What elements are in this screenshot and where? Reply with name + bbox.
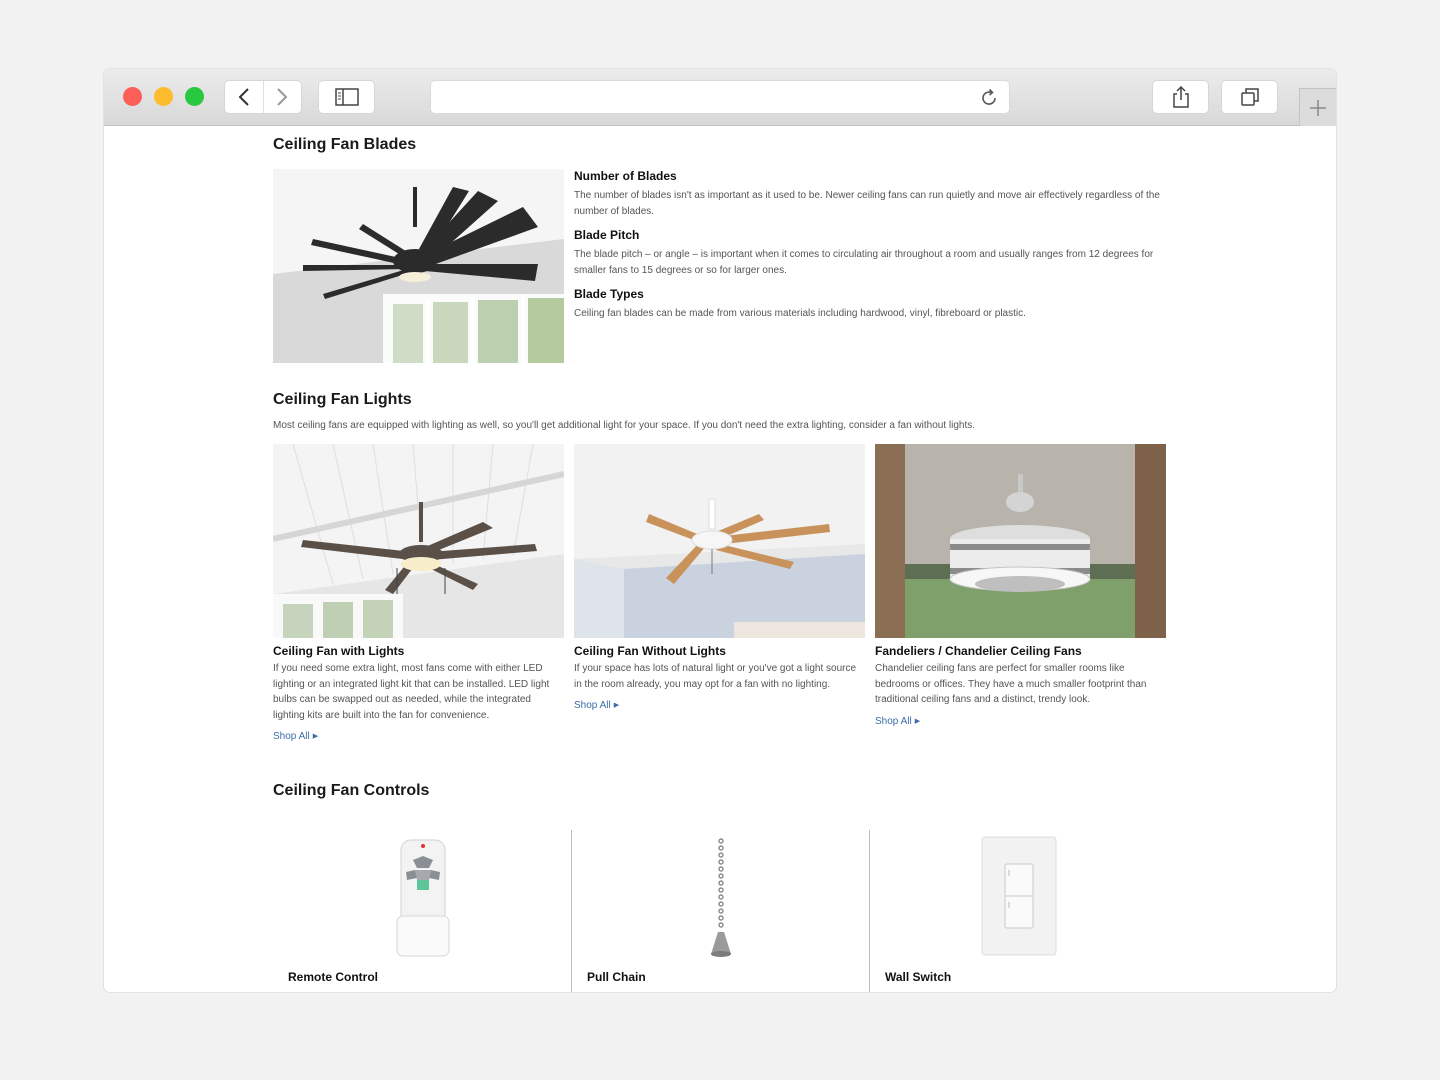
blade-types-text: Ceiling fan blades can be made from vari… [574,308,1026,319]
shop-link-label: Shop All [574,700,611,711]
blade-types-title: Blade Types [574,287,644,301]
blades-details: Number of Blades The number of blades is… [574,169,1174,331]
fan-without-lights-text: If your space has lots of natural light … [574,663,857,690]
reload-icon [982,88,996,105]
share-button[interactable] [1152,80,1209,114]
fan-with-lights-shop-link[interactable]: Shop All ▶ [273,731,318,742]
remote-control-image [393,836,453,966]
wall-switch-image [981,836,1057,961]
browser-toolbar [104,69,1336,126]
fan-with-lights-text: If you need some extra light, most fans … [273,663,550,721]
sidebar-toggle-button[interactable] [318,80,375,114]
controls-list: Remote Control Pull Chain Wall Switch [273,830,1167,992]
fan-without-lights-shop-link[interactable]: Shop All ▶ [574,700,619,711]
caret-right-icon: ▶ [914,717,921,725]
blades-image [273,169,564,363]
page-content: Ceiling Fan Blades Number of Blades The … [104,126,1336,992]
blade-types-block: Blade Types Ceiling fan blades can be ma… [574,287,1174,322]
blade-count-text: The number of blades isn't as important … [574,190,1160,217]
lights-cards: Ceiling Fan with Lights If you need some… [273,444,1167,744]
blade-count-title: Number of Blades [574,169,677,183]
control-remote[interactable]: Remote Control [273,830,571,992]
card-fan-with-lights: Ceiling Fan with Lights If you need some… [273,444,564,744]
control-wall-switch[interactable]: Wall Switch [869,830,1167,992]
lights-heading: Ceiling Fan Lights [273,391,412,408]
fandelier-title: Fandeliers / Chandelier Ceiling Fans [875,644,1082,658]
fandelier-image [875,444,1166,638]
sidebar-icon [334,88,359,106]
fan-without-lights-image [574,444,865,638]
browser-window: Ceiling Fan Blades Number of Blades The … [104,69,1336,992]
tabs-icon [1240,88,1259,106]
pull-chain-image [709,836,733,966]
address-bar[interactable] [430,80,1010,114]
chevron-right-icon [277,88,288,106]
plus-icon [1310,99,1326,116]
card-fandeliers: Fandeliers / Chandelier Ceiling Fans Cha… [875,444,1166,744]
shop-link-label: Shop All [875,715,912,727]
fan-without-lights-title: Ceiling Fan Without Lights [574,644,726,658]
shop-link-label: Shop All [273,731,310,742]
fandelier-text: Chandelier ceiling fans are perfect for … [875,663,1147,705]
blade-pitch-title: Blade Pitch [574,228,640,242]
blades-heading: Ceiling Fan Blades [273,136,417,153]
share-icon [1172,85,1189,108]
blade-pitch-text: The blade pitch – or angle – is importan… [574,249,1154,276]
fan-with-lights-title: Ceiling Fan with Lights [273,644,405,658]
show-tabs-button[interactable] [1221,80,1278,114]
fandelier-shop-link[interactable]: Shop All ▶ [875,716,920,727]
maximize-window-button[interactable] [185,87,204,106]
minimize-window-button[interactable] [154,87,173,106]
controls-heading: Ceiling Fan Controls [273,782,430,799]
close-window-button[interactable] [123,87,142,106]
blade-count-block: Number of Blades The number of blades is… [574,169,1174,219]
reload-button[interactable] [978,87,1000,109]
blade-pitch-block: Blade Pitch The blade pitch – or angle –… [574,228,1174,278]
remote-control-label: Remote Control [288,970,378,984]
card-fan-without-lights: Ceiling Fan Without Lights If your space… [574,444,865,744]
wall-switch-label: Wall Switch [885,970,952,984]
new-tab-button[interactable] [1299,88,1336,126]
history-nav [224,80,302,114]
lights-intro: Most ceiling fans are equipped with ligh… [273,420,976,431]
caret-right-icon: ▶ [613,702,620,709]
caret-right-icon: ▶ [312,733,319,740]
pull-chain-label: Pull Chain [587,970,646,984]
fan-with-lights-image [273,444,564,638]
forward-button[interactable] [262,81,301,113]
chevron-left-icon [238,88,249,106]
control-pull-chain[interactable]: Pull Chain [571,830,869,992]
back-button[interactable] [225,81,263,113]
